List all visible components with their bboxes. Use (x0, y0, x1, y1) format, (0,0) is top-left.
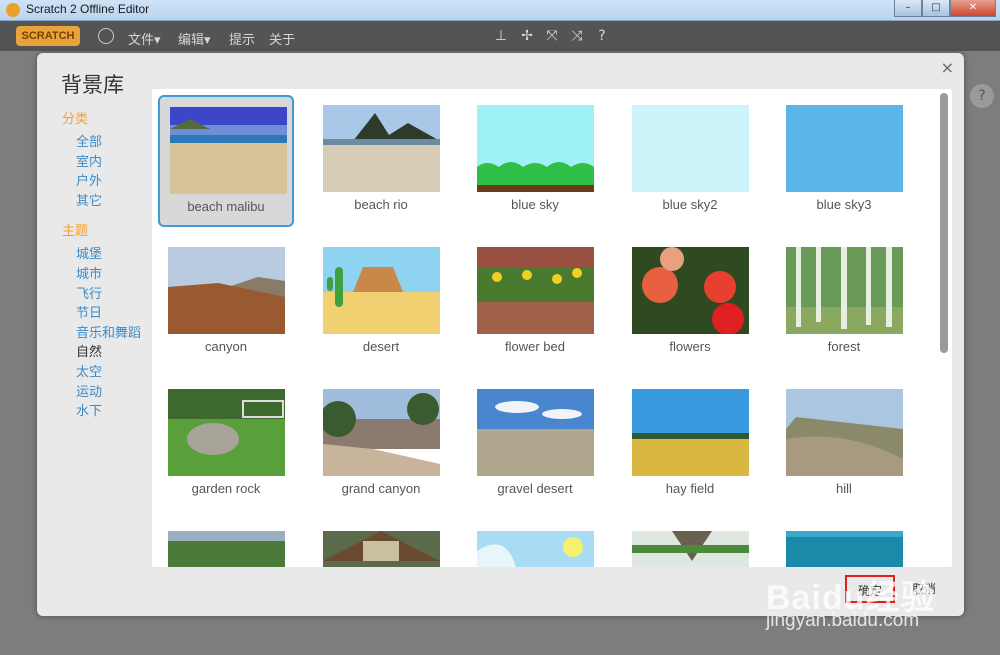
gravel-desert-thumbnail (477, 389, 594, 476)
dialog-title: 背景库 (61, 73, 124, 97)
ok-button[interactable]: 确定 (845, 575, 895, 603)
grid-scrollbar[interactable] (940, 93, 948, 561)
menu-file[interactable]: 文件▾ (128, 29, 161, 48)
category-all[interactable]: 全部 (62, 133, 162, 153)
desert-thumbnail (323, 247, 440, 334)
backdrop-grand-canyon[interactable]: grand canyon (313, 379, 449, 511)
backdrop-row4-2[interactable] (313, 521, 449, 567)
backdrop-flower-bed[interactable]: flower bed (467, 237, 603, 369)
scratch-logo[interactable]: SCRATCH (16, 26, 80, 46)
backdrop-label: canyon (205, 339, 247, 354)
theme-music-dance[interactable]: 音乐和舞蹈 (62, 324, 162, 344)
grow-icon[interactable]: ⤧ (544, 28, 560, 44)
backdrop-blue-sky2[interactable]: blue sky2 (622, 95, 758, 227)
backdrop-row4-3[interactable] (467, 521, 603, 567)
theme-heading: 主题 (62, 224, 89, 240)
duplicate-stamp-icon[interactable]: ⊥ (493, 28, 509, 44)
menu-tips[interactable]: 提示 (229, 29, 255, 48)
theme-underwater[interactable]: 水下 (62, 402, 162, 422)
theme-holiday[interactable]: 节日 (62, 304, 162, 324)
blue-sky3-thumbnail (786, 105, 903, 192)
backdrop-label: flowers (669, 339, 711, 354)
backdrop-thumbnail (168, 531, 285, 567)
backdrop-gravel-desert[interactable]: gravel desert (467, 379, 603, 511)
blue-sky-thumbnail (477, 105, 594, 192)
hill-thumbnail (786, 389, 903, 476)
window-title: Scratch 2 Offline Editor (26, 2, 150, 16)
backdrop-hill[interactable]: hill (776, 379, 912, 511)
backdrop-canyon[interactable]: canyon (158, 237, 294, 369)
backdrop-garden-rock[interactable]: garden rock (158, 379, 294, 511)
backdrop-label: desert (362, 339, 400, 354)
delete-cut-icon[interactable]: ✢ (519, 28, 535, 44)
backdrop-flowers[interactable]: flowers (622, 237, 758, 369)
backdrop-row4-5[interactable] (776, 521, 912, 567)
backdrop-label: blue sky3 (816, 197, 872, 212)
backdrop-thumbnail (477, 531, 594, 567)
garden-rock-thumbnail (168, 389, 285, 476)
shrink-icon[interactable]: ⤨ (569, 28, 585, 44)
backdrop-label: flower bed (505, 339, 565, 354)
canyon-thumbnail (168, 247, 285, 334)
backdrop-beach-malibu[interactable]: beach malibu (158, 95, 294, 227)
category-sidebar: 分类 全部 室内 户外 其它 主题 城堡 城市 飞行 节日 音乐和舞蹈 自然 太… (62, 111, 162, 434)
backdrop-thumbnail (323, 531, 440, 567)
language-globe-icon[interactable] (98, 28, 114, 44)
forest-thumbnail (786, 247, 903, 334)
backdrop-label: blue sky2 (662, 197, 718, 212)
menu-edit[interactable]: 编辑▾ (178, 29, 211, 48)
backdrop-thumbnail (632, 531, 749, 567)
maximize-button[interactable]: □ (922, 0, 950, 17)
backdrop-blue-sky[interactable]: blue sky (467, 95, 603, 227)
blue-sky2-thumbnail (632, 105, 749, 192)
backdrop-blue-sky3[interactable]: blue sky3 (776, 95, 912, 227)
backdrop-library-dialog: 背景库 × 分类 全部 室内 户外 其它 主题 城堡 城市 飞行 节日 音乐和舞… (37, 53, 964, 616)
dialog-close-icon[interactable]: × (941, 58, 954, 77)
cancel-button[interactable]: 取消 (903, 575, 945, 603)
hay-field-thumbnail (632, 389, 749, 476)
theme-nature[interactable]: 自然 (62, 343, 162, 363)
grand-canyon-thumbnail (323, 389, 440, 476)
menu-about[interactable]: 关于 (269, 29, 295, 48)
theme-sports[interactable]: 运动 (62, 383, 162, 403)
backdrop-label: grand canyon (341, 481, 421, 496)
flower-bed-thumbnail (477, 247, 594, 334)
theme-space[interactable]: 太空 (62, 363, 162, 383)
minimize-button[interactable]: – (894, 0, 922, 17)
help-block-icon[interactable]: ? (594, 28, 610, 44)
backdrop-label: blue sky (511, 197, 559, 212)
backdrop-hay-field[interactable]: hay field (622, 379, 758, 511)
backdrop-thumbnail (786, 531, 903, 567)
close-window-button[interactable]: ✕ (950, 0, 996, 17)
theme-flying[interactable]: 飞行 (62, 285, 162, 305)
menu-bar: SCRATCH 文件▾ 编辑▾ 提示 关于 ⊥ ✢ ⤧ ⤨ ? (0, 21, 1000, 51)
backdrop-label: garden rock (191, 481, 261, 496)
backdrop-label: beach malibu (187, 199, 265, 214)
backdrop-row4-4[interactable] (622, 521, 758, 567)
scrollbar-thumb[interactable] (940, 93, 948, 353)
beach-rio-thumbnail (323, 105, 440, 192)
backdrop-label: gravel desert (497, 481, 573, 496)
category-other[interactable]: 其它 (62, 192, 162, 212)
category-heading: 分类 (62, 112, 89, 127)
title-bar: Scratch 2 Offline Editor – □ ✕ (0, 0, 1000, 21)
scratch-cat-icon (6, 3, 20, 17)
backdrop-label: forest (827, 339, 861, 354)
theme-city[interactable]: 城市 (62, 265, 162, 285)
backdrop-grid-panel: beach malibu beach rio blue sky blue sky… (152, 89, 952, 567)
backdrop-label: hill (836, 481, 852, 496)
backdrop-desert[interactable]: desert (313, 237, 449, 369)
beach-malibu-thumbnail (170, 107, 287, 194)
backdrop-forest[interactable]: forest (776, 237, 912, 369)
flowers-thumbnail (632, 247, 749, 334)
category-indoors[interactable]: 室内 (62, 153, 162, 173)
backdrop-label: beach rio (354, 197, 408, 212)
backdrop-row4-1[interactable] (158, 521, 294, 567)
backdrop-label: hay field (665, 481, 715, 496)
backdrop-beach-rio[interactable]: beach rio (313, 95, 449, 227)
help-icon[interactable]: ? (970, 84, 994, 108)
theme-castle[interactable]: 城堡 (62, 245, 162, 265)
category-outdoors[interactable]: 户外 (62, 172, 162, 192)
